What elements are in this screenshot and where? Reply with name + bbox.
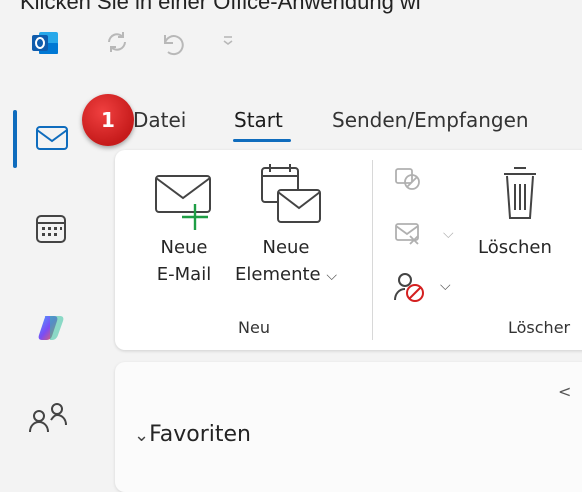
new-items-label[interactable]: Neue Elemente ⌵ — [226, 234, 346, 290]
quick-access-more-icon[interactable] — [221, 33, 235, 47]
new-items-icon[interactable] — [258, 162, 322, 228]
undo-icon[interactable] — [157, 27, 187, 57]
cleanup-icon[interactable] — [393, 220, 423, 248]
block-sender-chevron-icon[interactable]: ⌵ — [440, 278, 451, 294]
new-items-label-line2: Elemente — [235, 264, 321, 285]
step-badge: 1 — [82, 94, 134, 146]
sync-icon[interactable] — [102, 27, 132, 57]
new-email-label-line2: E-Mail — [156, 264, 212, 285]
new-email-button[interactable] — [148, 170, 220, 230]
favorites-header[interactable]: ⌄Favoriten — [134, 422, 251, 447]
new-email-label-line1: Neue — [160, 237, 208, 258]
new-email-label[interactable]: Neue E-Mail — [128, 234, 240, 288]
active-nav-indicator — [13, 110, 17, 168]
chevron-down-icon: ⌵ — [326, 268, 337, 284]
people-icon[interactable] — [27, 400, 71, 434]
block-sender-icon[interactable] — [393, 270, 427, 304]
copilot-icon[interactable] — [36, 312, 68, 342]
tab-start[interactable]: Start — [234, 108, 283, 132]
collapse-pane-button[interactable]: < — [558, 382, 571, 401]
ribbon-group-divider — [372, 160, 373, 340]
tab-senden-empfangen[interactable]: Senden/Empfangen — [332, 108, 529, 132]
tab-start-indicator — [233, 139, 291, 142]
trash-icon[interactable] — [498, 164, 542, 224]
group-label-neu: Neu — [238, 318, 270, 337]
chevron-down-icon: ⌄ — [134, 425, 150, 446]
calendar-icon[interactable] — [34, 212, 68, 244]
new-email-icon — [152, 170, 220, 230]
ignore-icon[interactable] — [393, 165, 423, 193]
mail-icon[interactable] — [35, 125, 69, 151]
instruction-caption: Klicken Sie in einer Office-Anwendung wi — [20, 0, 421, 14]
group-label-loeschen: Löscher — [508, 318, 571, 337]
cleanup-chevron-icon[interactable]: ⌵ — [443, 226, 454, 242]
outlook-logo-icon — [30, 28, 60, 58]
new-items-label-line1: Neue — [262, 237, 310, 258]
tab-datei[interactable]: Datei — [133, 108, 186, 132]
delete-button-label[interactable]: Löschen — [478, 234, 552, 261]
favorites-label: Favoriten — [149, 422, 251, 447]
